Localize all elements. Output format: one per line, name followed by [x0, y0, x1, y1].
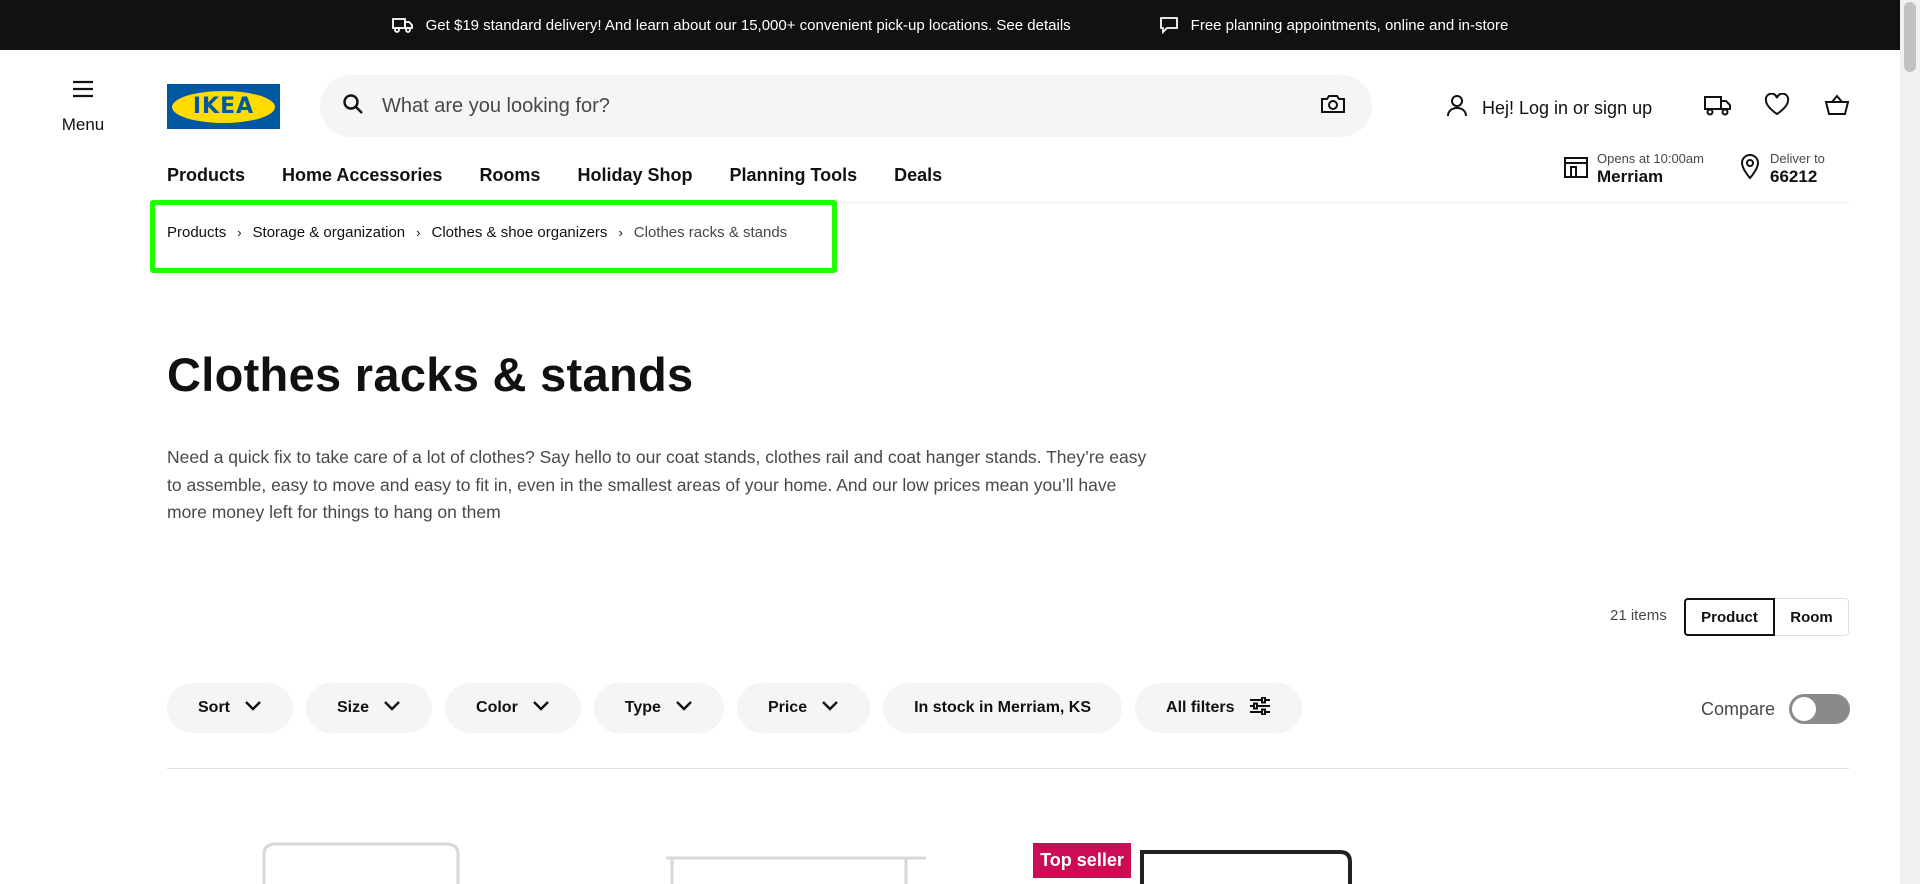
- product-image-1[interactable]: [262, 840, 462, 884]
- nav-products[interactable]: Products: [167, 165, 245, 186]
- page-description: Need a quick fix to take care of a lot o…: [167, 447, 1147, 522]
- delivery-truck-icon[interactable]: [1703, 93, 1733, 122]
- chevron-down-icon: [821, 699, 839, 717]
- heart-icon[interactable]: [1764, 92, 1790, 122]
- deliver-label: Deliver to: [1770, 151, 1825, 166]
- location-pin-icon: [1740, 153, 1760, 185]
- filter-type[interactable]: Type: [593, 683, 724, 733]
- sliders-icon: [1249, 696, 1271, 720]
- shopping-bag-icon[interactable]: [1823, 93, 1851, 122]
- filter-color[interactable]: Color: [445, 683, 581, 733]
- product-image-3[interactable]: [1140, 850, 1354, 884]
- filter-bar: Sort Size Color Type Price In stock in M…: [167, 683, 1302, 733]
- store-hours: Opens at 10:00am: [1597, 151, 1704, 166]
- user-icon: [1446, 94, 1468, 123]
- items-count: 21 items: [1610, 607, 1667, 624]
- view-product-button[interactable]: Product: [1684, 598, 1775, 636]
- camera-icon[interactable]: [1320, 93, 1346, 120]
- filters-divider: [167, 768, 1849, 769]
- nav-planning-tools[interactable]: Planning Tools: [729, 165, 857, 186]
- product-image-2[interactable]: [664, 850, 928, 884]
- hamburger-icon: [72, 80, 94, 103]
- search-input[interactable]: [382, 94, 1320, 118]
- promo-delivery[interactable]: Get $19 standard delivery! And learn abo…: [391, 16, 1071, 34]
- store-name: Merriam: [1597, 167, 1664, 186]
- menu-button[interactable]: Menu: [52, 80, 114, 146]
- menu-label: Menu: [61, 115, 105, 134]
- filter-all-filters[interactable]: All filters: [1135, 683, 1302, 733]
- breadcrumb-storage-organization[interactable]: Storage & organization: [253, 224, 406, 241]
- breadcrumb: Products › Storage & organization › Clot…: [167, 224, 787, 241]
- chevron-down-icon: [383, 699, 401, 717]
- deliver-to-selector[interactable]: Deliver to 66212: [1740, 151, 1825, 187]
- page-title: Clothes racks & stands: [167, 348, 694, 401]
- chevron-right-icon: ›: [237, 225, 242, 240]
- promo-bar: Get $19 standard delivery! And learn abo…: [0, 0, 1900, 50]
- chevron-down-icon: [532, 699, 550, 717]
- filter-sort[interactable]: Sort: [167, 683, 293, 733]
- logo-text: IKEA: [192, 94, 255, 119]
- search-icon[interactable]: [342, 93, 364, 120]
- breadcrumb-clothes-shoe-organizers[interactable]: Clothes & shoe organizers: [432, 224, 608, 241]
- compare-label: Compare: [1701, 698, 1776, 719]
- chevron-down-icon: [675, 699, 693, 717]
- compare-control: Compare: [1701, 694, 1851, 724]
- main-nav: Products Home Accessories Rooms Holiday …: [167, 165, 942, 186]
- view-toggle: Product Room: [1684, 598, 1849, 636]
- breadcrumb-current: Clothes racks & stands: [633, 224, 788, 241]
- nav-home-accessories[interactable]: Home Accessories: [282, 165, 442, 186]
- login-link[interactable]: Hej! Log in or sign up: [1446, 94, 1652, 123]
- nav-deals[interactable]: Deals: [894, 165, 942, 186]
- ikea-logo[interactable]: IKEA: [167, 84, 280, 129]
- chevron-right-icon: ›: [416, 225, 421, 240]
- truck-icon: [391, 17, 414, 33]
- store-selector[interactable]: Opens at 10:00am Merriam: [1563, 151, 1704, 187]
- store-icon: [1563, 155, 1589, 184]
- nav-rooms[interactable]: Rooms: [479, 165, 540, 186]
- filter-size[interactable]: Size: [306, 683, 433, 733]
- promo-delivery-text: Get $19 standard delivery! And learn abo…: [425, 16, 1071, 34]
- compare-toggle[interactable]: [1789, 694, 1851, 724]
- view-room-button[interactable]: Room: [1775, 598, 1849, 636]
- page-scrollbar[interactable]: [1900, 0, 1920, 884]
- promo-planning[interactable]: Free planning appointments, online and i…: [1159, 16, 1509, 34]
- chat-bubble-icon: [1159, 16, 1179, 34]
- chevron-right-icon: ›: [618, 225, 623, 240]
- breadcrumb-products[interactable]: Products: [167, 224, 226, 241]
- scrollbar-thumb[interactable]: [1904, 2, 1916, 72]
- filter-price[interactable]: Price: [736, 683, 871, 733]
- nav-holiday-shop[interactable]: Holiday Shop: [577, 165, 692, 186]
- login-label: Hej! Log in or sign up: [1482, 98, 1653, 118]
- search-bar: [320, 75, 1372, 137]
- promo-planning-text: Free planning appointments, online and i…: [1190, 16, 1509, 34]
- chevron-down-icon: [244, 699, 262, 717]
- top-seller-badge: Top seller: [1033, 843, 1131, 878]
- deliver-zip: 66212: [1770, 167, 1818, 186]
- filter-in-stock[interactable]: In stock in Merriam, KS: [883, 683, 1123, 733]
